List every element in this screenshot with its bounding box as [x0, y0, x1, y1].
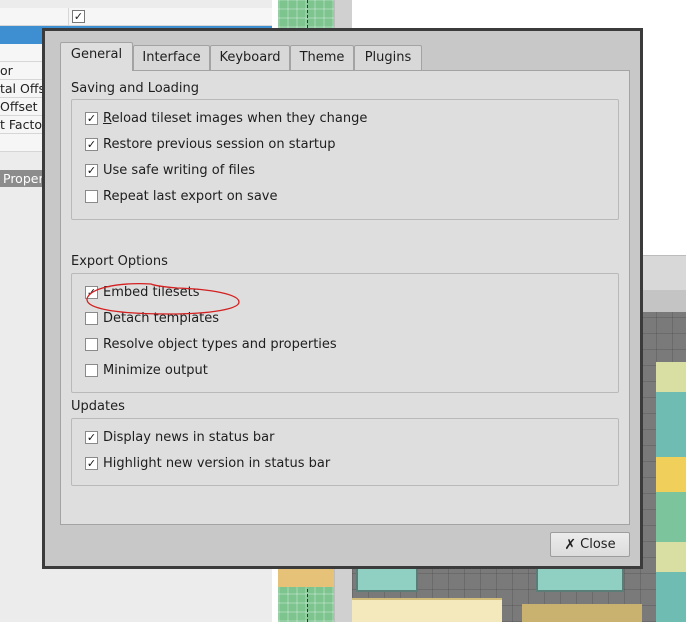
checkmark-icon: ✓ — [86, 163, 97, 177]
checkbox[interactable]: ✓ — [85, 111, 98, 125]
checkbox[interactable]: ✓ — [85, 456, 98, 470]
toolbar-area — [642, 290, 686, 312]
restore-session-option[interactable]: ✓ Restore previous session on startup — [85, 134, 336, 154]
close-icon: ✗ — [564, 536, 577, 553]
property-label: Offset — [0, 99, 38, 114]
checkmark-icon: ✓ — [86, 430, 97, 444]
tab-theme[interactable]: Theme — [290, 45, 354, 70]
checkbox[interactable] — [85, 189, 98, 203]
checkbox[interactable] — [85, 363, 98, 377]
property-label: or — [0, 63, 13, 78]
checkbox[interactable]: ✓ — [85, 137, 98, 151]
option-label: Restore previous session on startup — [103, 136, 336, 152]
resolve-object-types-option[interactable]: Resolve object types and properties — [85, 334, 337, 354]
option-label: Detach templates — [103, 310, 220, 326]
export-options-title: Export Options — [71, 254, 168, 269]
checkbox[interactable] — [85, 311, 98, 325]
option-label: Highlight new version in status bar — [103, 455, 331, 471]
properties-tab[interactable]: Proper — [0, 170, 44, 187]
general-tab-pane: Saving and Loading ✓ Reload tileset imag… — [60, 70, 630, 525]
preferences-dialog: General Interface Keyboard Theme Plugins… — [42, 28, 643, 569]
option-label: Display news in status bar — [103, 429, 275, 445]
checkbox[interactable]: ✓ — [85, 163, 98, 177]
checkmark-icon: ✓ — [86, 456, 97, 470]
property-checkbox[interactable]: ✓ — [72, 10, 85, 23]
checkbox[interactable]: ✓ — [85, 285, 98, 299]
option-label: eload tileset images when they change — [111, 110, 368, 126]
map-tiles — [522, 604, 642, 622]
safe-writing-option[interactable]: ✓ Use safe writing of files — [85, 160, 255, 180]
saving-loading-title: Saving and Loading — [71, 81, 200, 96]
option-label: Resolve object types and properties — [103, 336, 337, 352]
display-news-option[interactable]: ✓ Display news in status bar — [85, 427, 274, 447]
updates-title: Updates — [71, 399, 125, 414]
property-label: tal Offs — [0, 81, 45, 96]
checkbox[interactable]: ✓ — [85, 430, 98, 444]
property-label: t Factor — [0, 117, 48, 132]
updates-group: ✓ Display news in status bar ✓ Highlight… — [71, 418, 619, 486]
checkmark-icon: ✓ — [86, 285, 97, 299]
tab-keyboard[interactable]: Keyboard — [210, 45, 290, 70]
tab-plugins[interactable]: Plugins — [354, 45, 422, 70]
export-options-group: ✓ Embed tilesets Detach templates Resolv… — [71, 273, 619, 393]
embed-tilesets-option[interactable]: ✓ Embed tilesets — [85, 282, 199, 302]
checkmark-icon: ✓ — [86, 111, 97, 125]
minimize-output-option[interactable]: Minimize output — [85, 360, 208, 380]
close-button[interactable]: ✗ Close — [550, 532, 630, 557]
highlight-version-option[interactable]: ✓ Highlight new version in status bar — [85, 453, 330, 473]
reload-tileset-option[interactable]: ✓ Reload tileset images when they change — [85, 108, 367, 128]
option-label: Minimize output — [103, 362, 208, 378]
close-label: Close — [580, 537, 616, 552]
map-tiles — [656, 362, 686, 622]
checkbox[interactable] — [85, 337, 98, 351]
checkmark-icon: ✓ — [86, 137, 97, 151]
option-label: Use safe writing of files — [103, 162, 256, 178]
tab-general[interactable]: General — [60, 42, 133, 71]
repeat-export-option[interactable]: Repeat last export on save — [85, 186, 277, 206]
tab-interface[interactable]: Interface — [133, 45, 210, 70]
toolbar-area — [642, 255, 686, 290]
detach-templates-option[interactable]: Detach templates — [85, 308, 219, 328]
saving-loading-group: ✓ Reload tileset images when they change… — [71, 99, 619, 220]
option-label: Embed tilesets — [103, 284, 200, 300]
property-row[interactable]: ✓ — [0, 8, 272, 26]
option-label: Repeat last export on save — [103, 188, 278, 204]
map-tiles — [352, 598, 502, 622]
